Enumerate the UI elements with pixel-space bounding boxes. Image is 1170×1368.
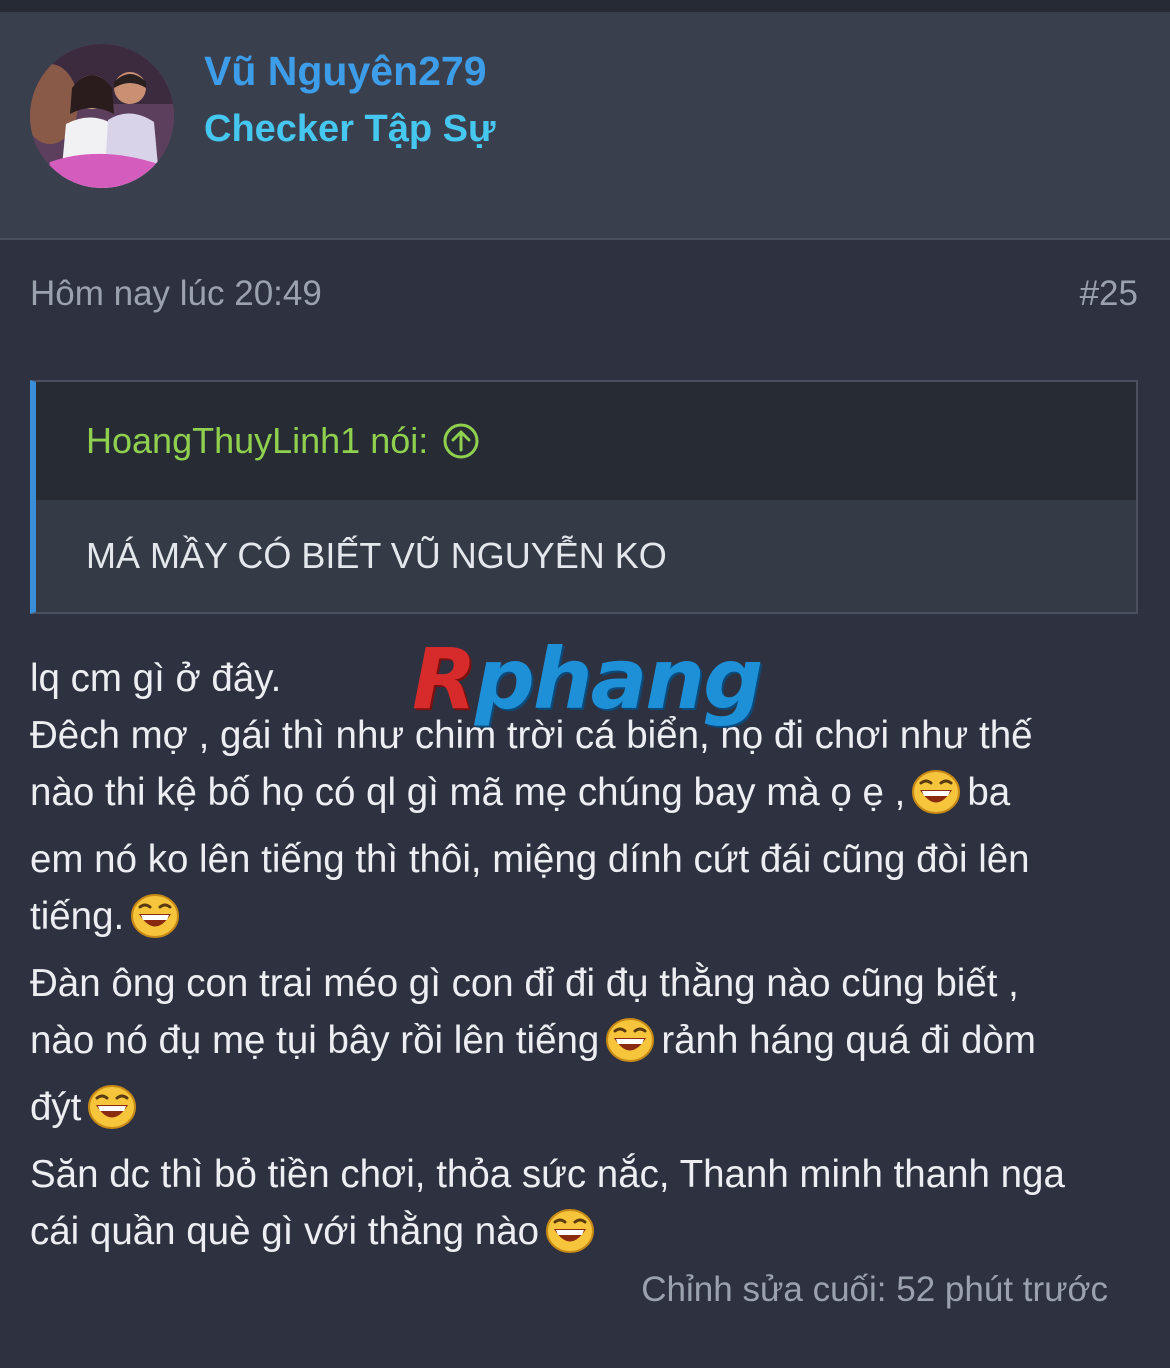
body-text: nào thi kệ bố họ có ql gì mã mẹ chúng ba…: [30, 771, 906, 814]
post-timestamp[interactable]: Hôm nay lúc 20:49: [30, 274, 322, 314]
user-rank: Checker Tập Sự: [204, 108, 496, 150]
body-text: Đêch mợ , gái thì như chim trời cá biển,…: [30, 714, 1033, 757]
body-text: em nó ko lên tiếng thì thôi, miệng dính …: [30, 838, 1030, 881]
body-line: đýt: [30, 1079, 1145, 1146]
body-line: Đêch mợ , gái thì như chim trời cá biển,…: [30, 707, 1145, 764]
laughing-emoji-icon: [605, 1017, 655, 1079]
body-line: Săn dc thì bỏ tiền chơi, thỏa sức nắc, T…: [30, 1146, 1145, 1203]
edited-notice: Chỉnh sửa cuối: 52 phút trước: [641, 1270, 1108, 1309]
quote-header[interactable]: HoangThuyLinh1 nói:: [36, 382, 1136, 500]
body-line: nào thi kệ bố họ có ql gì mã mẹ chúng ba…: [30, 764, 1145, 831]
body-text: lq cm gì ở đây.: [30, 657, 282, 700]
quote-text: MÁ MẦY CÓ BIẾT VŨ NGUYỄN KO: [86, 535, 667, 576]
body-text: Săn dc thì bỏ tiền chơi, thỏa sức nắc, T…: [30, 1153, 1065, 1196]
body-text: rảnh háng quá đi dòm: [661, 1019, 1036, 1062]
body-line: tiếng.: [30, 888, 1145, 955]
laughing-emoji-icon: [545, 1208, 595, 1270]
post-number[interactable]: #25: [1080, 274, 1138, 314]
body-text: tiếng.: [30, 895, 125, 938]
body-line: lq cm gì ở đây.: [30, 650, 1145, 707]
laughing-emoji-icon: [130, 893, 180, 955]
body-text: đýt: [30, 1086, 82, 1129]
top-bar: [0, 0, 1170, 12]
body-text: ba: [967, 771, 1011, 814]
post-body: lq cm gì ở đây. Đêch mợ , gái thì như chi…: [30, 650, 1145, 1270]
post-header: Vũ Nguyên279 Checker Tập Sự: [0, 12, 1170, 240]
body-text: cái quần què gì với thằng nào: [30, 1210, 540, 1253]
username[interactable]: Vũ Nguyên279: [204, 48, 487, 95]
arrow-up-circle-icon[interactable]: [442, 422, 480, 460]
quote-block: HoangThuyLinh1 nói: MÁ MẦY CÓ BIẾT VŨ NG…: [30, 380, 1138, 614]
body-line: em nó ko lên tiếng thì thôi, miệng dính …: [30, 831, 1145, 888]
body-line: nào nó đụ mẹ tụi bây rồi lên tiếng rảnh h…: [30, 1012, 1145, 1079]
laughing-emoji-icon: [911, 769, 961, 831]
body-line: Đàn ông con trai méo gì con đỉ đi đụ thằ…: [30, 955, 1145, 1012]
avatar[interactable]: [30, 44, 174, 188]
body-text: nào nó đụ mẹ tụi bây rồi lên tiếng: [30, 1019, 600, 1062]
body-line: cái quần què gì với thằng nào: [30, 1203, 1145, 1270]
laughing-emoji-icon: [87, 1084, 137, 1146]
quote-author[interactable]: HoangThuyLinh1 nói:: [86, 420, 428, 462]
body-text: Đàn ông con trai méo gì con đỉ đi đụ thằ…: [30, 962, 1019, 1005]
